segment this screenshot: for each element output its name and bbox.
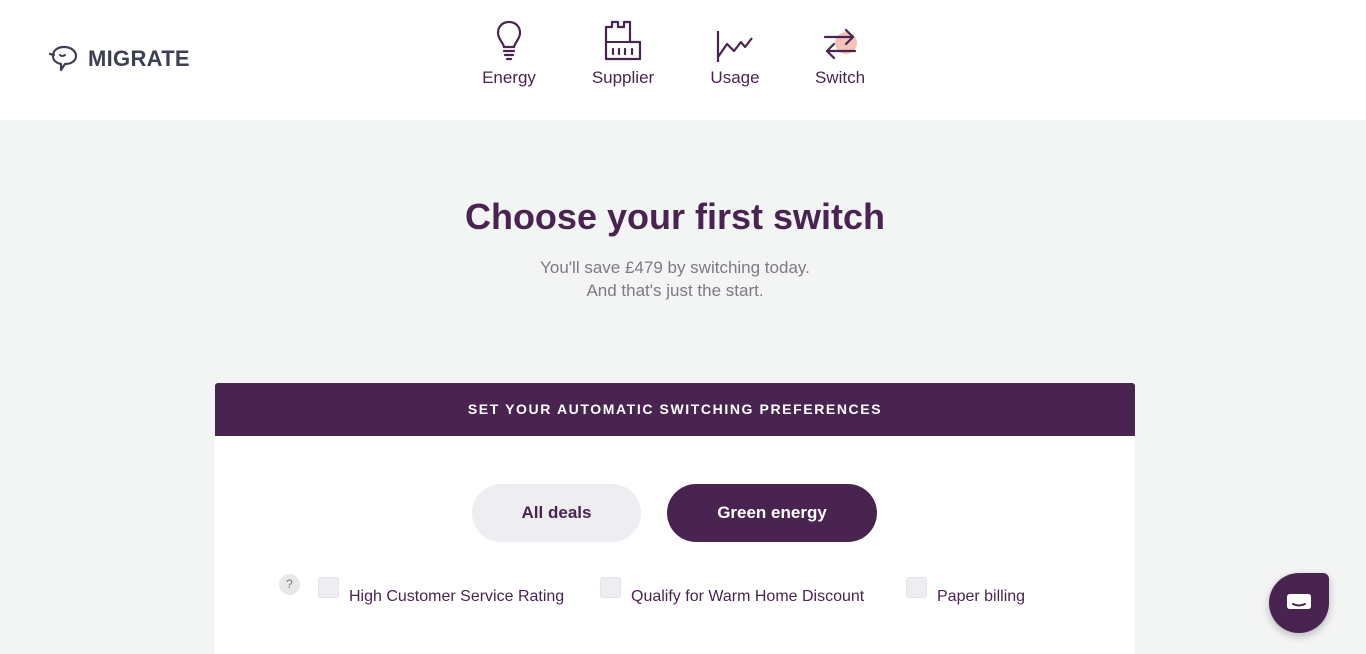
brand-logo[interactable]: MIGRATE <box>49 44 190 74</box>
nav-label-supplier: Supplier <box>591 68 655 87</box>
checkbox-paper-billing[interactable] <box>906 577 927 598</box>
chat-launcher-button[interactable] <box>1269 573 1329 633</box>
option-label: Paper billing <box>937 588 1026 605</box>
option-label: Qualify for Warm Home Discount <box>631 588 865 605</box>
help-icon[interactable]: ? <box>279 574 300 595</box>
checkbox-high-customer-service[interactable] <box>318 577 339 598</box>
bird-logo-icon <box>49 45 78 72</box>
savings-subtitle: You'll save £479 by switching today. And… <box>0 256 1350 302</box>
nav-item-usage[interactable]: Usage <box>685 18 785 88</box>
lightbulb-icon <box>496 20 522 61</box>
page-title: Choose your first switch <box>464 196 886 237</box>
factory-icon <box>604 20 642 61</box>
chat-bubble-icon <box>1287 594 1311 609</box>
savings-line: You'll save £479 by switching today. <box>540 258 810 277</box>
green-energy-toggle[interactable]: Green energy <box>667 484 877 542</box>
nav-item-energy[interactable]: Energy <box>459 18 559 88</box>
nav-item-switch[interactable]: Switch <box>790 18 890 88</box>
all-deals-toggle[interactable]: All deals <box>472 484 641 542</box>
brand-name: MIGRATE <box>88 46 190 71</box>
top-navigation-bar: MIGRATE Energy Supplier Usage Switch <box>0 0 1366 120</box>
nav-label-usage: Usage <box>710 68 760 87</box>
preferences-header: SET YOUR AUTOMATIC SWITCHING PREFERENCES <box>215 383 1135 436</box>
option-warm-home-discount[interactable]: Qualify for Warm Home Discount <box>600 575 864 606</box>
nav-label-energy: Energy <box>482 68 536 87</box>
line-chart-icon <box>716 31 753 62</box>
preferences-card: SET YOUR AUTOMATIC SWITCHING PREFERENCES… <box>215 383 1135 654</box>
swap-arrows-icon <box>823 28 857 60</box>
nav-item-supplier[interactable]: Supplier <box>573 18 673 88</box>
option-label: High Customer Service Rating <box>349 588 565 605</box>
savings-note: And that's just the start. <box>586 281 764 300</box>
option-paper-billing[interactable]: Paper billing <box>906 575 1025 606</box>
option-high-customer-service[interactable]: High Customer Service Rating <box>318 575 564 606</box>
checkbox-warm-home-discount[interactable] <box>600 577 621 598</box>
nav-label-switch: Switch <box>814 68 866 87</box>
